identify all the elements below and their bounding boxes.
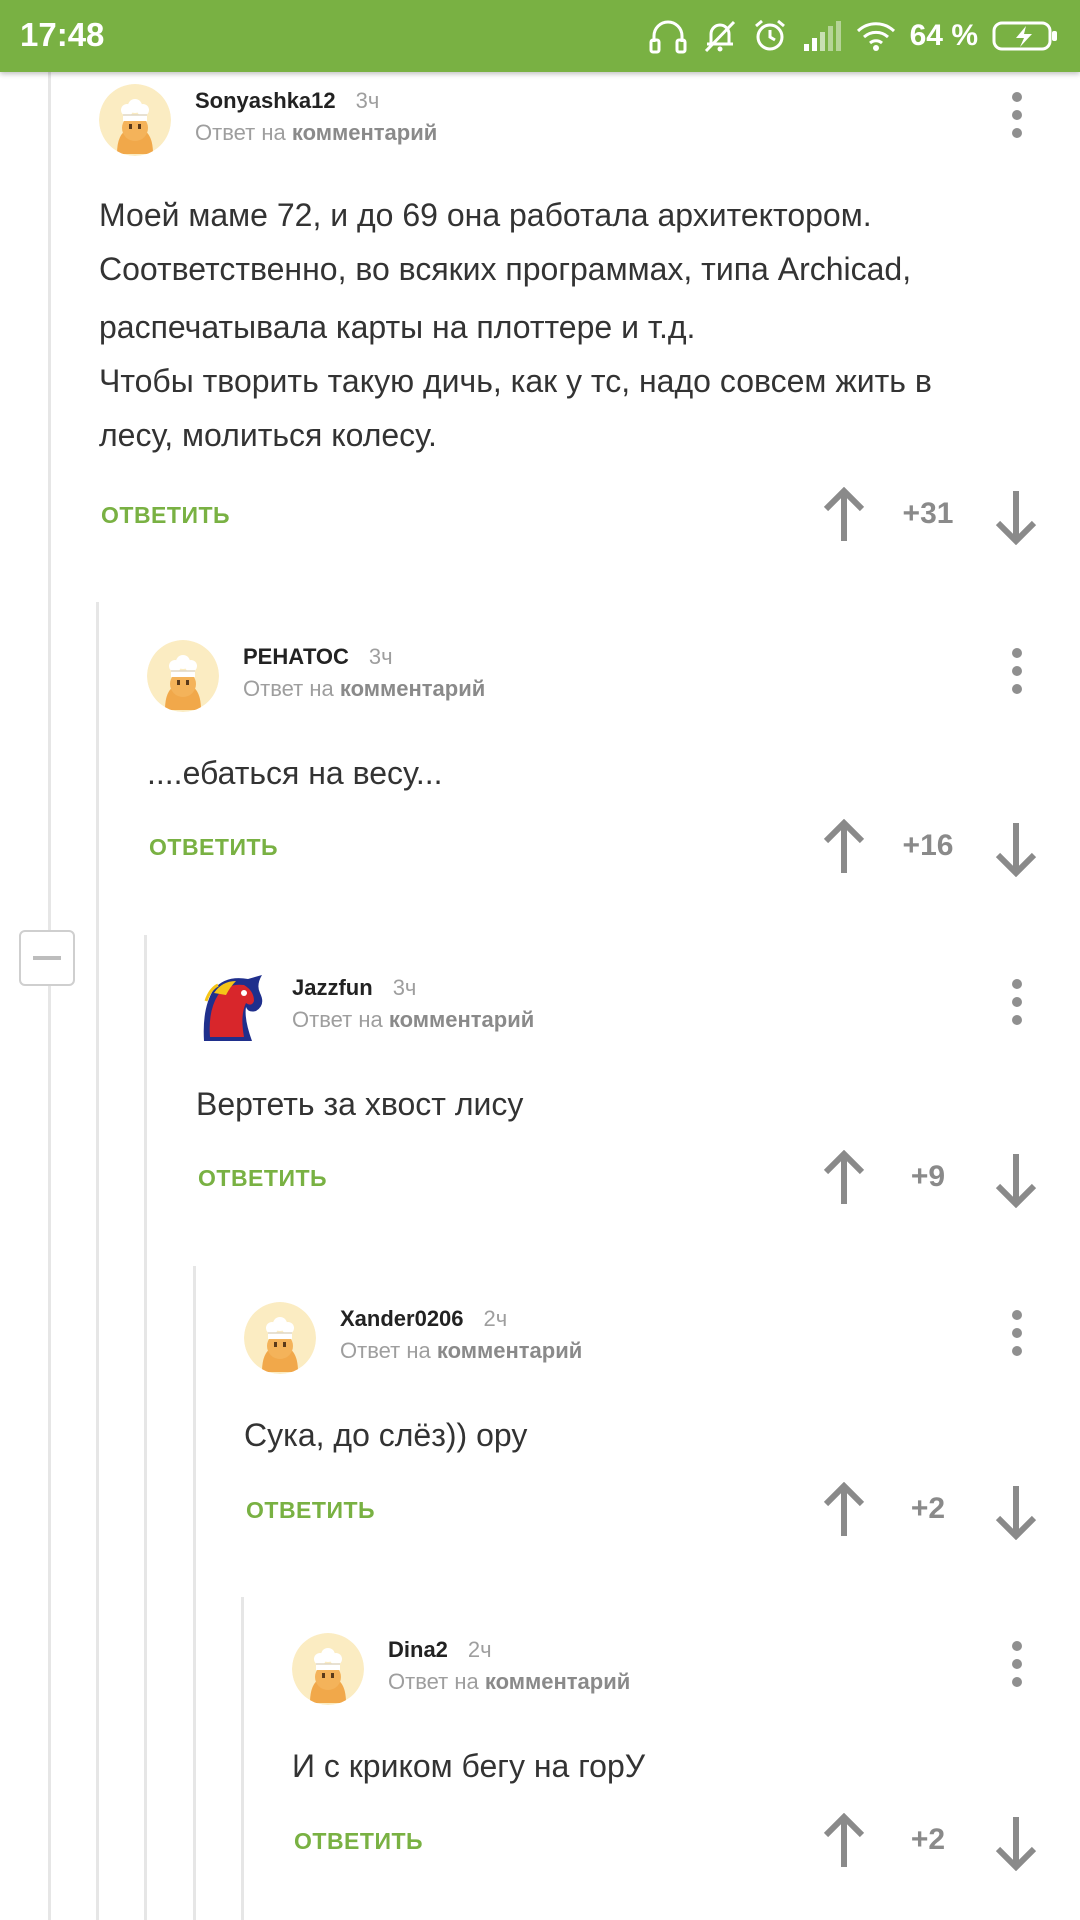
reply-button[interactable]: ОТВЕТИТЬ [246, 1497, 375, 1524]
author-name[interactable]: Xander0206 2ч [340, 1306, 507, 1332]
comment-score: +2 [910, 1823, 946, 1856]
status-time: 17:48 [20, 16, 105, 53]
upvote-arrow-icon[interactable] [822, 1482, 866, 1538]
reply-button[interactable]: ОТВЕТИТЬ [198, 1165, 327, 1192]
upvote-arrow-icon[interactable] [822, 1813, 866, 1869]
author-name[interactable]: Dina2 2ч [388, 1637, 492, 1663]
comment-score: +2 [910, 1492, 946, 1525]
author-name[interactable]: Jazzfun 3ч [292, 975, 416, 1001]
parent-comment-link[interactable]: комментарий [485, 1669, 630, 1694]
thread-line [193, 1266, 196, 1920]
comment-score: +31 [902, 497, 954, 530]
more-options-icon[interactable] [1005, 92, 1029, 148]
avatar[interactable] [99, 84, 171, 156]
signal-icon [802, 20, 842, 52]
comment-score: +16 [902, 829, 954, 862]
comment-time: 2ч [483, 1306, 508, 1331]
parent-comment-link[interactable]: комментарий [389, 1007, 534, 1032]
avatar[interactable] [292, 1633, 364, 1705]
wifi-icon [856, 20, 896, 52]
upvote-arrow-icon[interactable] [822, 819, 866, 875]
status-bar: 17:48 64 % [0, 0, 1080, 72]
comment: Jazzfun 3ч Ответ на комментарий Вертеть з… [196, 959, 1059, 1199]
reply-button[interactable]: ОТВЕТИТЬ [149, 834, 278, 861]
comment: РЕНАТОС 3ч Ответ на комментарий ....ебать… [147, 628, 1059, 868]
avatar[interactable] [196, 971, 268, 1043]
reply-to-label: Ответ на комментарий [292, 1007, 535, 1032]
downvote-arrow-icon[interactable] [994, 1152, 1038, 1208]
comment-score: +9 [910, 1160, 946, 1193]
battery-percent: 64 % [909, 19, 978, 52]
comment: Dina2 2ч Ответ на комментарий И с криком … [292, 1621, 1059, 1861]
comment-text: Сука, до слёз)) ору [244, 1417, 528, 1453]
comment-time: 3ч [392, 975, 417, 1000]
comment-time: 3ч [368, 644, 393, 669]
battery-charging-icon [992, 20, 1058, 52]
thread-line [48, 72, 51, 1920]
horse-logo-icon [203, 975, 263, 1041]
downvote-arrow-icon[interactable] [994, 1815, 1038, 1871]
more-options-icon[interactable] [1005, 648, 1029, 704]
avatar[interactable] [147, 640, 219, 712]
thread-line [96, 602, 99, 1920]
comment-text: Моей маме 72, и до 69 она работала архит… [99, 197, 932, 453]
reply-button[interactable]: ОТВЕТИТЬ [294, 1828, 423, 1855]
reply-to-label: Ответ на комментарий [340, 1338, 583, 1363]
upvote-arrow-icon[interactable] [822, 487, 866, 543]
thread-line [241, 1597, 244, 1920]
parent-comment-link[interactable]: комментарий [292, 120, 437, 145]
comment-time: 3ч [355, 88, 380, 113]
comment: Xander0206 2ч Ответ на комментарий Сука, … [244, 1290, 1059, 1530]
author-name[interactable]: РЕНАТОС 3ч [243, 644, 393, 670]
reply-to-label: Ответ на комментарий [195, 120, 438, 145]
muted-bell-icon [702, 18, 738, 54]
avatar[interactable] [244, 1302, 316, 1374]
comment-text: ....ебаться на весу... [147, 755, 443, 791]
reply-to-label: Ответ на комментарий [243, 676, 486, 701]
thread-line [144, 935, 147, 1920]
more-options-icon[interactable] [1005, 979, 1029, 1035]
upvote-arrow-icon[interactable] [822, 1150, 866, 1206]
alarm-icon [752, 18, 788, 54]
more-options-icon[interactable] [1005, 1641, 1029, 1697]
downvote-arrow-icon[interactable] [994, 489, 1038, 545]
comment-text: Вертеть за хвост лису [196, 1086, 524, 1122]
collapse-thread-button[interactable] [19, 930, 75, 986]
reply-button[interactable]: ОТВЕТИТЬ [101, 502, 230, 529]
reply-to-label: Ответ на комментарий [388, 1669, 631, 1694]
parent-comment-link[interactable]: комментарий [437, 1338, 582, 1363]
comment: Sonyashka12 3ч Ответ на комментарий Моей … [99, 72, 1059, 572]
author-name[interactable]: Sonyashka12 3ч [195, 88, 379, 114]
comment-text: И с криком бегу на горУ [292, 1748, 646, 1784]
headphones-icon [648, 18, 688, 54]
more-options-icon[interactable] [1005, 1310, 1029, 1366]
comment-time: 2ч [467, 1637, 492, 1662]
minus-icon [33, 956, 61, 960]
downvote-arrow-icon[interactable] [994, 821, 1038, 877]
parent-comment-link[interactable]: комментарий [340, 676, 485, 701]
downvote-arrow-icon[interactable] [994, 1484, 1038, 1540]
